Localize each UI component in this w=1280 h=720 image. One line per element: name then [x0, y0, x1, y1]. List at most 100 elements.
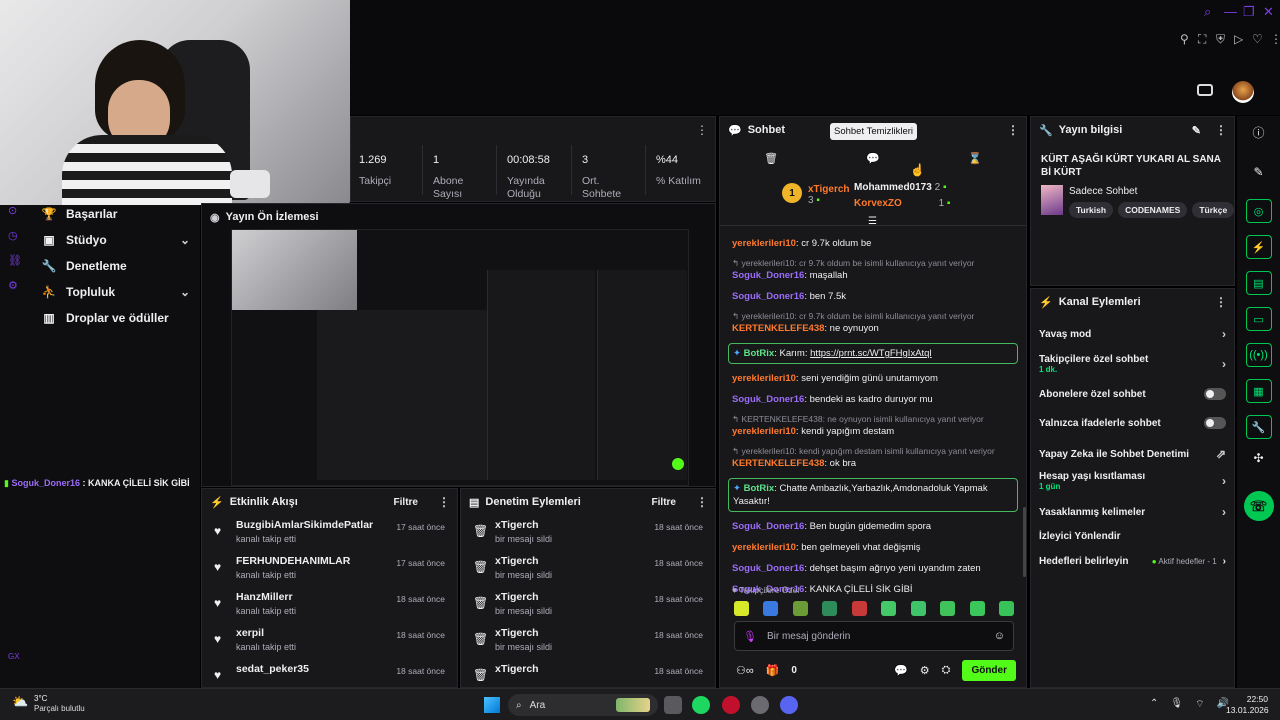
settings-icon[interactable]: ⚙	[8, 279, 22, 292]
action-slow-mode[interactable]: Yavaş mod ›	[1031, 327, 1234, 341]
emote-2[interactable]	[763, 601, 779, 616]
emote-only-toggle[interactable]	[1204, 417, 1226, 429]
nav-item-moderation[interactable]: 🔧 Denetleme	[40, 253, 190, 279]
chat-messages: yereklerileri10: cr 9.7k oldum be ↰ yere…	[720, 237, 1026, 604]
play-icon[interactable]: ▷	[1234, 32, 1243, 46]
spotify-icon[interactable]	[692, 696, 710, 714]
restore-icon[interactable]: ❐	[1243, 4, 1255, 20]
link-icon[interactable]: ⛓	[8, 254, 22, 267]
filter-button[interactable]: Filtre	[394, 497, 418, 508]
support-icon[interactable]: ☏	[1243, 491, 1274, 521]
app-icon[interactable]	[751, 696, 769, 714]
emote-4[interactable]	[822, 601, 838, 616]
camera-icon[interactable]: ◎	[1245, 199, 1272, 223]
weather-icon[interactable]: ⛅	[12, 694, 28, 710]
preview-video[interactable]	[231, 229, 689, 486]
minimize-icon[interactable]: —	[1224, 4, 1237, 19]
weather-widget[interactable]: 3°C Parçalı bulutlu	[34, 694, 85, 714]
info-icon[interactable]: ⓘ	[1252, 124, 1264, 141]
action-subscribers-only[interactable]: Abonelere özel sohbet	[1031, 388, 1234, 400]
close-icon[interactable]: ✕	[1263, 4, 1274, 20]
emote-9[interactable]	[969, 601, 985, 616]
more-icon[interactable]: ⋮	[696, 123, 708, 137]
emote-3[interactable]	[792, 601, 808, 616]
opera-gx-icon[interactable]	[722, 696, 740, 714]
send-button[interactable]: Gönder	[962, 660, 1016, 681]
chevron-up-icon[interactable]: ⌃	[1150, 698, 1158, 711]
more-icon[interactable]: ⋮	[1007, 123, 1019, 137]
layout-icon[interactable]: ▦	[1245, 379, 1272, 403]
users-icon[interactable]: ⛭	[942, 664, 951, 677]
tag[interactable]: Turkish	[1069, 202, 1114, 218]
action-account-age[interactable]: Hesap yaşı kısıtlaması 1 gün ›	[1031, 471, 1234, 491]
emote-10[interactable]	[998, 601, 1014, 616]
more-icon[interactable]: ⋮	[438, 495, 450, 509]
chat-message: ↰ KERTENKELEFE438: ne oynuyon isimli kul…	[732, 414, 984, 437]
tag[interactable]: Türkçe	[1192, 202, 1235, 218]
discord-icon[interactable]	[780, 696, 798, 714]
broadcast-icon[interactable]: ((•))	[1245, 343, 1272, 367]
chat-link[interactable]: https://prnt.sc/WTgFHgIxAtql	[810, 348, 931, 359]
chevron-down-icon: ⌄	[179, 233, 190, 247]
hourglass-icon[interactable]: ⌛	[968, 152, 982, 165]
category-name[interactable]: Sadece Sohbet	[1069, 186, 1137, 197]
chat-scrollbar[interactable]	[1023, 507, 1026, 577]
chat-bubble-icon[interactable]: 💬	[866, 152, 880, 165]
chat-icon[interactable]: ▭	[1245, 307, 1272, 331]
clock-icon[interactable]: ◷	[8, 229, 22, 242]
nav-item-studio[interactable]: ▣ Stüdyo ⌄	[40, 227, 190, 253]
action-followers-only[interactable]: Takipçilere özel sohbet 1 dk. ›	[1031, 354, 1234, 374]
taskview-icon[interactable]	[664, 696, 682, 714]
chat-settings-icon[interactable]: 💬	[894, 664, 908, 677]
more-icon[interactable]: ⋮	[1215, 123, 1227, 137]
heart-icon[interactable]: ♡	[1252, 32, 1263, 46]
action-ai-moderation[interactable]: Yapay Zeka ile Sohbet Denetimi ⇗	[1031, 447, 1234, 461]
list-item: ♥ FERHUNDEHANIMLAR kanalı takip etti 17 saa…	[214, 555, 445, 580]
emote-5[interactable]	[851, 601, 867, 616]
more-icon[interactable]: ⋮	[696, 495, 708, 509]
more-icon[interactable]: ⋮	[1270, 32, 1280, 46]
gear-icon[interactable]: ⚙	[920, 664, 930, 677]
gift-icon[interactable]: 🎁	[766, 664, 780, 677]
lightning-icon[interactable]: ⚡	[1245, 235, 1272, 259]
action-emote-only[interactable]: Yalnızca ifadelerle sohbet	[1031, 417, 1234, 429]
edit-icon[interactable]: ✎	[1192, 124, 1201, 137]
circle-icon[interactable]: ⊙	[8, 204, 22, 217]
subscribers-only-toggle[interactable]	[1204, 388, 1226, 400]
emote-1[interactable]	[734, 601, 749, 616]
emote-6[interactable]	[881, 601, 897, 616]
action-banned-words[interactable]: Yasaklanmış kelimeler ›	[1031, 505, 1234, 519]
avatar[interactable]	[1232, 81, 1254, 103]
infinite-icon[interactable]: ⚇∞	[736, 664, 754, 677]
inbox-icon[interactable]	[1197, 84, 1213, 96]
puzzle-icon[interactable]: ✣	[1253, 451, 1263, 465]
search-icon[interactable]: ⌕	[1204, 4, 1211, 20]
action-raid[interactable]: İzleyici Yönlendir	[1031, 531, 1234, 542]
action-goals[interactable]: Hedefleri belirleyin ● Aktif hedefler - 1…	[1031, 556, 1234, 567]
windows-start-icon[interactable]	[484, 697, 500, 713]
more-icon[interactable]: ⋮	[1215, 295, 1227, 309]
tag[interactable]: CODENAMES	[1118, 202, 1188, 218]
pin-icon[interactable]: ⚲	[1180, 32, 1189, 46]
taskbar-search[interactable]: ⌕ Ara	[508, 694, 658, 716]
nav-item-drops[interactable]: ▥ Droplar ve ödüller	[40, 305, 190, 331]
filter-button[interactable]: Filtre	[652, 497, 676, 508]
wrench-icon[interactable]: 🔧	[1245, 415, 1272, 439]
search-icon: ⌕	[516, 699, 522, 711]
wifi-icon[interactable]: ⌔	[1195, 698, 1204, 711]
clock[interactable]: 22:50 13.01.2026	[1226, 694, 1269, 716]
screenshot-icon[interactable]: ⛶	[1198, 32, 1206, 47]
nav-item-community[interactable]: ⛹ Topluluk ⌄	[40, 279, 190, 305]
category-thumbnail[interactable]	[1041, 185, 1063, 215]
document-icon[interactable]: ▤	[1245, 271, 1272, 295]
mic-icon[interactable]: 🎙	[1170, 698, 1183, 711]
emote-7[interactable]	[910, 601, 926, 616]
trash-icon[interactable]: 🗑	[764, 152, 778, 165]
shield-icon[interactable]: ⛨	[1216, 32, 1225, 47]
emote-8[interactable]	[940, 601, 956, 616]
chat-input[interactable]: 🎙 Bir mesaj gönderin ☺	[734, 621, 1014, 651]
pencil-icon[interactable]: ✎	[1253, 165, 1263, 179]
emoji-icon[interactable]: ☺	[994, 630, 1005, 642]
stat-avg-chatters: 3 Ort. Sohbete	[582, 154, 622, 200]
list-item: 🗑 xTigerch bir mesajı sildi 18 saat önce	[473, 555, 703, 580]
